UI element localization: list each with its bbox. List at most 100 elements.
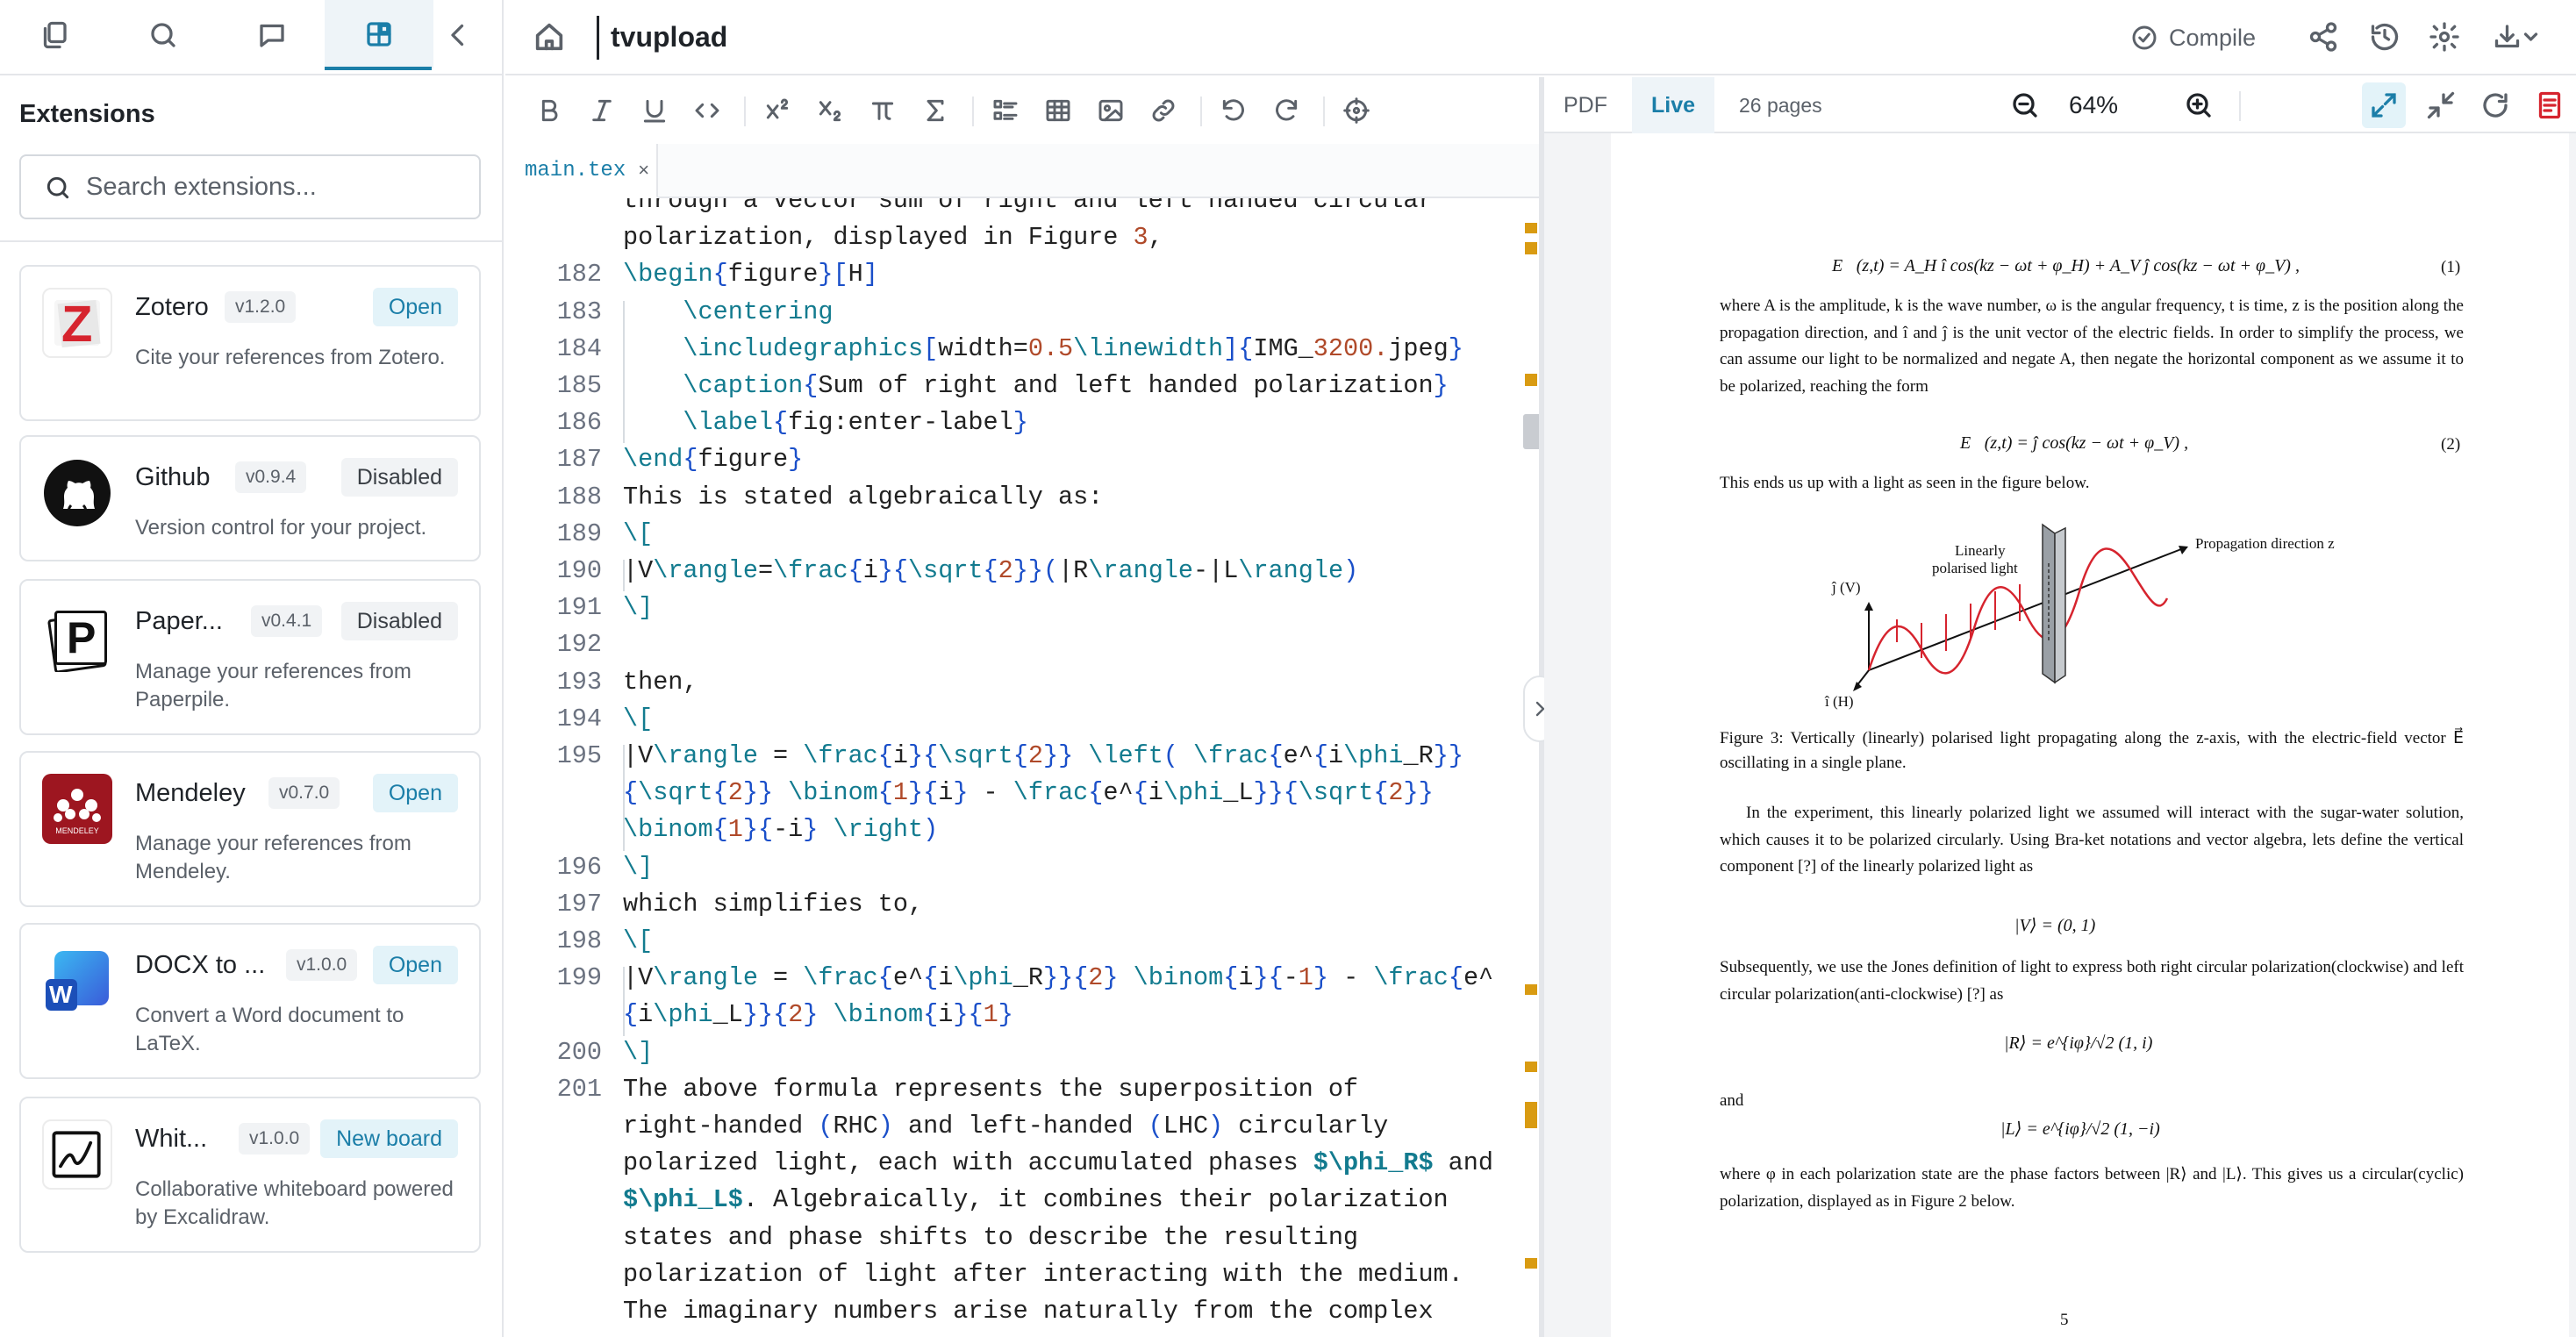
tab-live[interactable]: Live bbox=[1632, 77, 1715, 133]
comments-tab[interactable] bbox=[218, 0, 326, 70]
tab-pdf[interactable]: PDF bbox=[1544, 77, 1627, 133]
code-line[interactable]: \[ bbox=[623, 519, 653, 548]
code-line[interactable]: The imaginary numbers arise naturally fr… bbox=[623, 1297, 1434, 1326]
code-line[interactable]: $\phi_L$. Algebraically, it combines the… bbox=[623, 1185, 1449, 1214]
zoom-out-button[interactable] bbox=[2009, 89, 2041, 121]
line-number: 184 bbox=[556, 333, 602, 363]
subscript-button[interactable] bbox=[812, 93, 848, 128]
download-menu-button[interactable] bbox=[2490, 21, 2543, 53]
project-title[interactable]: tvupload bbox=[611, 21, 727, 54]
code-line[interactable]: \includegraphics[width=0.5\linewidth]{IM… bbox=[623, 334, 1463, 363]
code-line[interactable]: \label{fig:enter-label} bbox=[623, 408, 1027, 437]
code-line[interactable]: |V\rangle=\frac{i}{\sqrt{2}}(|R\rangle-|… bbox=[623, 556, 1358, 585]
open-button[interactable]: Open bbox=[372, 774, 458, 812]
pi-symbol-button[interactable] bbox=[865, 93, 900, 128]
link-button[interactable] bbox=[1146, 93, 1181, 128]
collapse-sidebar-button[interactable] bbox=[404, 0, 512, 70]
code-line[interactable]: \begin{figure}[H] bbox=[623, 260, 878, 289]
code-line[interactable]: |V\rangle = \frac{e^{i\phi_R}}{2} \binom… bbox=[623, 963, 1493, 992]
code-line[interactable]: then, bbox=[623, 668, 698, 697]
line-number: 192 bbox=[556, 630, 602, 660]
file-tab-main-tex[interactable]: main.tex × bbox=[505, 144, 658, 198]
table-button[interactable] bbox=[1041, 93, 1076, 128]
zoom-level[interactable]: 64% bbox=[2069, 77, 2118, 133]
indent-guide bbox=[623, 560, 625, 592]
equation-r: |R⟩ = e^{iφ}/√2 (1, i) bbox=[2004, 1033, 2153, 1053]
italic-button[interactable] bbox=[584, 93, 619, 128]
code-line[interactable]: \centering bbox=[623, 297, 833, 326]
change-marker bbox=[1525, 242, 1537, 254]
code-button[interactable] bbox=[690, 93, 725, 128]
code-line[interactable]: \[ bbox=[623, 926, 653, 955]
extension-card-mendeley[interactable]: MENDELEY Mendeley v0.7.0 Open Manage you… bbox=[19, 751, 481, 907]
history-button[interactable] bbox=[2369, 21, 2401, 53]
code-line[interactable]: \] bbox=[623, 1038, 653, 1067]
docx-logo-letter: W bbox=[49, 981, 73, 1008]
code-line[interactable]: The above formula represents the superpo… bbox=[623, 1075, 1358, 1104]
underline-button[interactable] bbox=[637, 93, 672, 128]
extension-card-zotero[interactable]: Z Zotero v1.2.0 Open Cite your reference… bbox=[19, 265, 481, 421]
pdf-log-button[interactable] bbox=[2534, 89, 2565, 121]
pdf-preview[interactable]: E⃗(z,t) = A_H î cos(kz − ωt + φ_H) + A_V… bbox=[1544, 133, 2576, 1337]
refresh-button[interactable] bbox=[2479, 89, 2511, 121]
image-button[interactable] bbox=[1093, 93, 1128, 128]
extension-card-whiteboard[interactable]: Whit... v1.0.0 New board Collaborative w… bbox=[19, 1097, 481, 1253]
bold-button[interactable] bbox=[532, 93, 567, 128]
zoom-in-button[interactable] bbox=[2183, 89, 2215, 121]
line-number: 200 bbox=[556, 1037, 602, 1067]
code-line[interactable]: right-handed (RHC) and left-handed (LHC)… bbox=[623, 1112, 1388, 1140]
code-line[interactable]: states and phase shifts to describe the … bbox=[623, 1223, 1358, 1252]
toolbar-separator bbox=[1323, 97, 1325, 126]
extension-version: v0.7.0 bbox=[268, 777, 340, 809]
settings-button[interactable] bbox=[2429, 21, 2460, 53]
new-board-button[interactable]: New board bbox=[320, 1119, 458, 1158]
line-number: 196 bbox=[556, 852, 602, 882]
code-line[interactable]: |V\rangle = \frac{i}{\sqrt{2}} \left( \f… bbox=[623, 741, 1463, 770]
undo-button[interactable] bbox=[1216, 93, 1251, 128]
code-line[interactable]: polarization, displayed in Figure 3, bbox=[623, 223, 1163, 252]
code-line[interactable]: {i\phi_L}}{2} \binom{i}{1} bbox=[623, 1000, 1013, 1029]
extension-card-docx[interactable]: W DOCX to ... v1.0.0 Open Convert a Word… bbox=[19, 923, 481, 1079]
target-button[interactable] bbox=[1339, 93, 1374, 128]
code-line[interactable]: polarized light, each with accumulated p… bbox=[623, 1148, 1493, 1177]
code-line[interactable]: \[ bbox=[623, 704, 653, 733]
open-button[interactable]: Open bbox=[372, 288, 458, 326]
paragraph: where φ in each polarization state are t… bbox=[1720, 1165, 2464, 1211]
code-line[interactable]: \] bbox=[623, 593, 653, 622]
redo-button[interactable] bbox=[1269, 93, 1304, 128]
search-extensions-input[interactable] bbox=[86, 172, 463, 202]
open-button[interactable]: Open bbox=[372, 946, 458, 984]
code-line[interactable]: \end{figure} bbox=[623, 445, 803, 474]
editor-scrollbar[interactable] bbox=[1523, 198, 1544, 1337]
extension-name: Github bbox=[135, 463, 211, 491]
code-line[interactable]: through a vector sum of right and left h… bbox=[623, 198, 1434, 215]
code-line[interactable]: \] bbox=[623, 853, 653, 882]
close-tab-icon[interactable]: × bbox=[638, 159, 649, 182]
code-line[interactable]: {\sqrt{2}} \binom{1}{i} - \frac{e^{i\phi… bbox=[623, 778, 1434, 807]
fit-width-button[interactable] bbox=[2362, 82, 2406, 128]
zoom-out-icon bbox=[2013, 93, 2037, 118]
code-line[interactable]: This is stated algebraically as: bbox=[623, 483, 1103, 511]
disabled-button[interactable]: Disabled bbox=[340, 602, 458, 640]
files-tab[interactable] bbox=[0, 0, 109, 70]
code-line[interactable]: \binom{1}{-i} \right) bbox=[623, 815, 938, 844]
extension-card-github[interactable]: Github v0.9.4 Disabled Version control f… bbox=[19, 435, 481, 561]
list-button[interactable] bbox=[988, 93, 1023, 128]
zotero-logo-letter: Z bbox=[61, 296, 93, 353]
disabled-button[interactable]: Disabled bbox=[340, 458, 458, 497]
search-tab[interactable] bbox=[109, 0, 218, 70]
code-editor[interactable]: through a vector sum of right and left h… bbox=[505, 198, 1523, 1337]
home-button[interactable] bbox=[532, 19, 567, 54]
extension-card-paperpile[interactable]: P Paper... v0.4.1 Disabled Manage your r… bbox=[19, 579, 481, 735]
superscript-button[interactable] bbox=[760, 93, 795, 128]
docx-logo-icon: W bbox=[42, 946, 112, 1016]
equation-l: |L⟩ = e^{iφ}/√2 (1, −i) bbox=[2000, 1119, 2160, 1139]
code-line[interactable]: polarization of light after interacting … bbox=[623, 1260, 1463, 1289]
code-line[interactable]: which simplifies to, bbox=[623, 890, 923, 919]
compile-button[interactable]: Compile bbox=[2130, 19, 2256, 56]
code-line[interactable]: \caption{Sum of right and left handed po… bbox=[623, 371, 1448, 400]
fit-page-button[interactable] bbox=[2425, 89, 2457, 121]
sigma-symbol-button[interactable] bbox=[918, 93, 953, 128]
italic-icon bbox=[592, 99, 612, 122]
share-button[interactable] bbox=[2308, 21, 2339, 53]
